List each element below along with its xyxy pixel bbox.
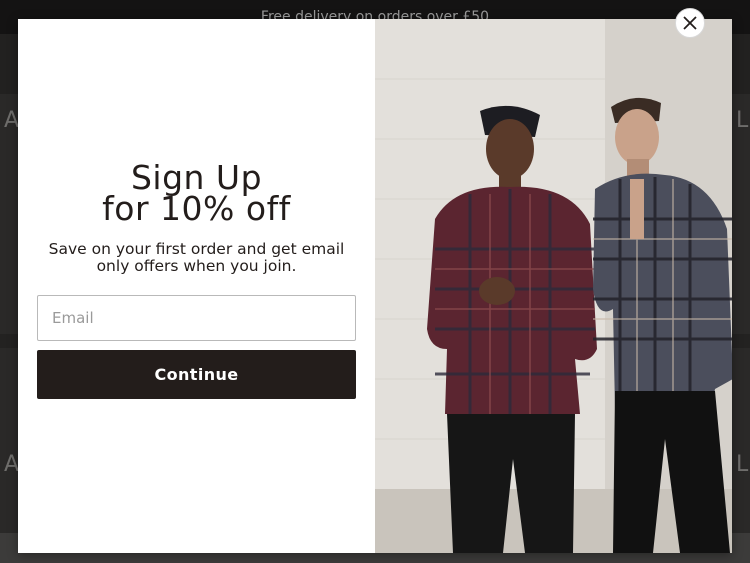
background-text-right-1: L	[736, 108, 749, 133]
background-text-left-2: A	[4, 452, 20, 477]
title-line-2: for 10% off	[102, 189, 291, 228]
close-icon	[683, 16, 697, 30]
modal-title: Sign Up for 10% off	[18, 161, 375, 228]
background-text-right-2: L	[736, 452, 749, 477]
close-button[interactable]	[675, 8, 705, 38]
signup-modal: Sign Up for 10% off Save on your first o…	[18, 19, 732, 553]
background-text-left-1: A	[4, 108, 20, 133]
modal-subtitle: Save on your first order and get email o…	[48, 240, 345, 275]
promo-photo	[375, 19, 732, 553]
continue-button[interactable]: Continue	[37, 350, 356, 399]
photo-illustration	[375, 19, 732, 553]
signup-form-panel: Sign Up for 10% off Save on your first o…	[18, 19, 375, 553]
email-field[interactable]	[37, 295, 356, 341]
